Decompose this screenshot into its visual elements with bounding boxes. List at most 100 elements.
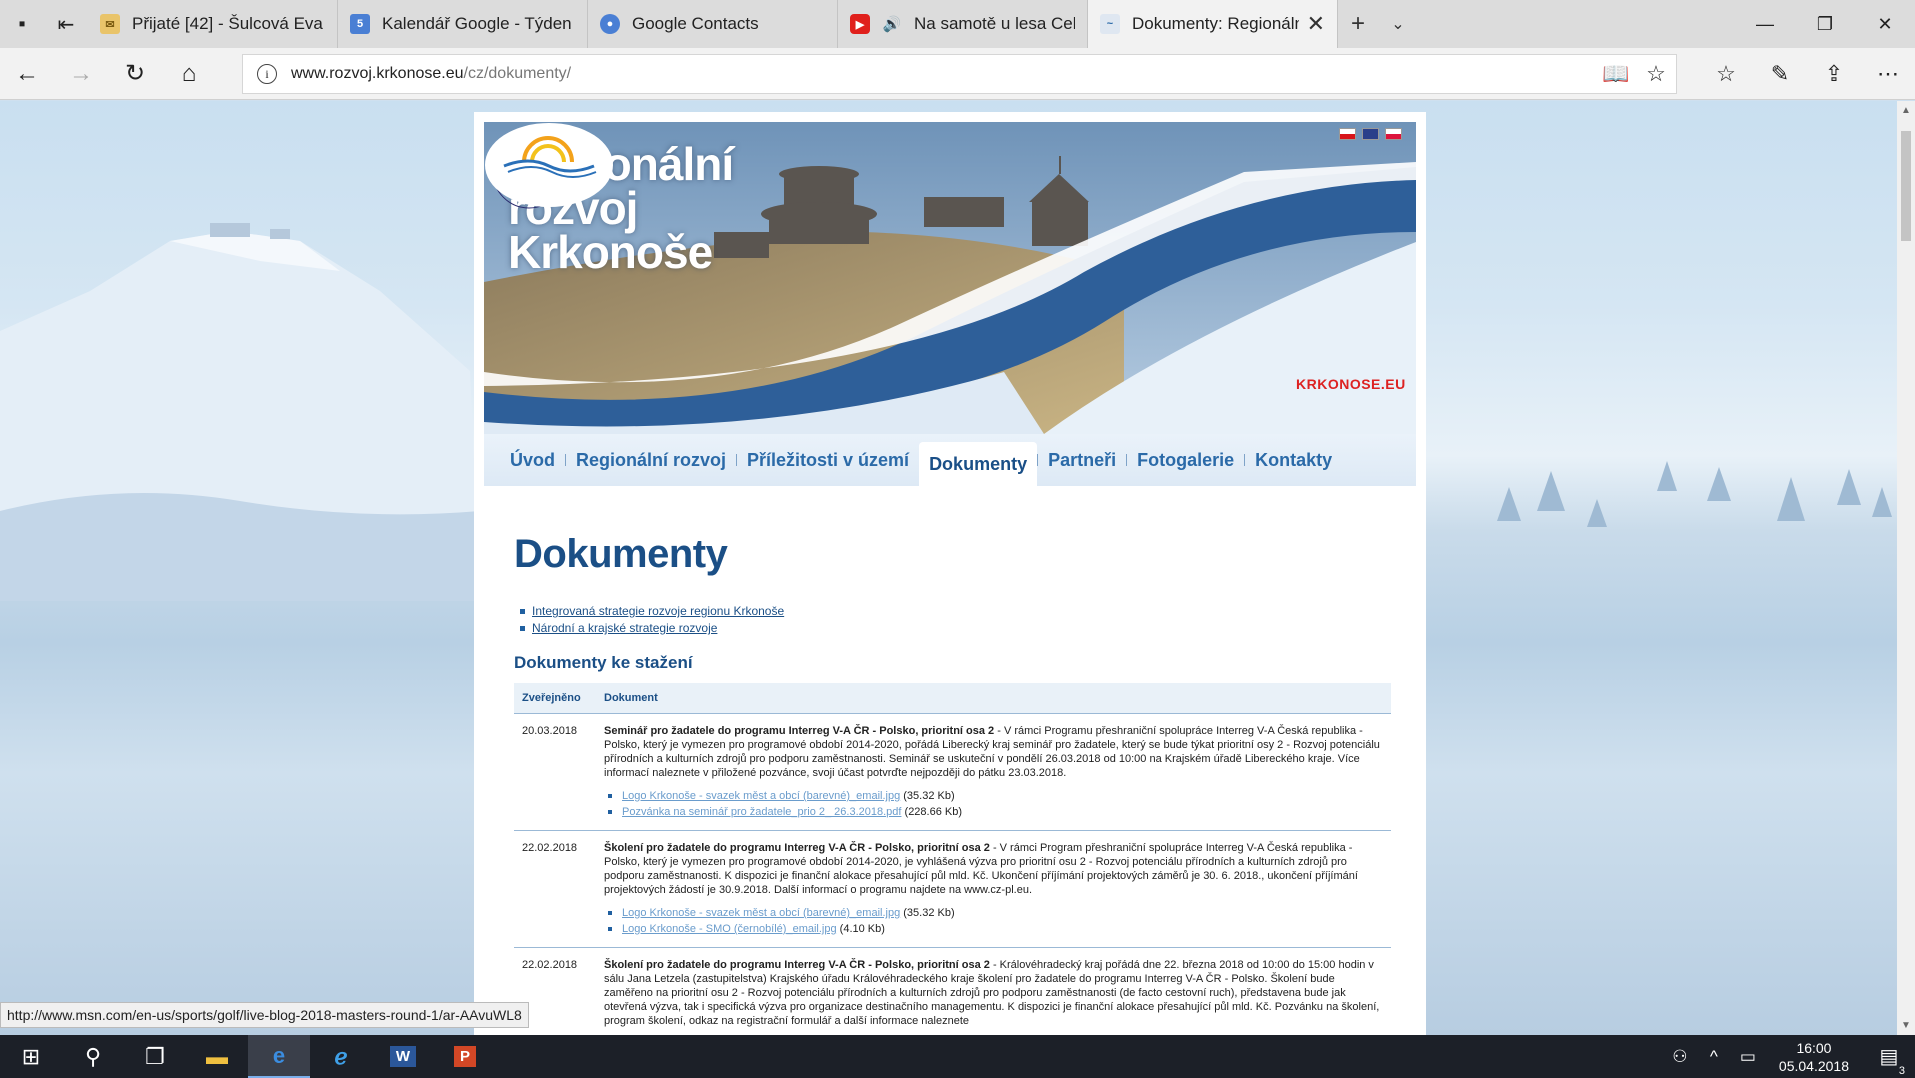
tab-title: Přijaté [42] - Šulcová Eva <s — [132, 14, 325, 33]
krkonose-eu-logo[interactable] — [484, 122, 614, 208]
edge-icon[interactable]: e — [248, 1035, 310, 1078]
doc-date: 20.03.2018 — [514, 713, 596, 831]
tab-youtube[interactable]: ▶ 🔊 Na samotě u lesa Celý f — [838, 0, 1088, 48]
clock[interactable]: 16:00 05.04.2018 — [1765, 1039, 1863, 1075]
forward-icon[interactable]: → — [54, 48, 108, 100]
page-viewport: Regionální rozvoj Krkonoše KRKONOSE.EU Ú… — [0, 101, 1897, 1035]
minimize-icon[interactable]: — — [1735, 0, 1795, 48]
close-tab-icon[interactable]: ✕ — [1307, 11, 1325, 37]
favorite-star-icon[interactable]: ☆ — [1636, 61, 1676, 87]
windows-start-icon[interactable]: ⊞ — [0, 1035, 62, 1078]
national-strategy-link[interactable]: Národní a krajské strategie rozvoje — [532, 621, 717, 635]
refresh-icon[interactable]: ↻ — [108, 48, 162, 100]
file-item: Logo Krkonoše - svazek měst a obcí (bare… — [604, 788, 1383, 804]
doc-title: Školení pro žadatele do programu Interre… — [604, 959, 990, 971]
task-view-icon[interactable]: ❐ — [124, 1035, 186, 1078]
table-row: 22.02.2018 Školení pro žadatele do progr… — [514, 830, 1391, 948]
more-icon[interactable]: ⋯ — [1861, 48, 1915, 100]
internet-explorer-icon[interactable]: ℯ — [310, 1035, 372, 1078]
section-heading: Dokumenty ke stažení — [514, 653, 693, 672]
powerpoint-icon[interactable]: P — [434, 1035, 496, 1078]
search-icon[interactable]: ⚲ — [62, 1035, 124, 1078]
list-item: Integrovaná strategie rozvoje regionu Kr… — [518, 603, 1394, 620]
strategy-link[interactable]: Integrovaná strategie rozvoje regionu Kr… — [532, 604, 784, 618]
network-icon[interactable]: ▭ — [1731, 1047, 1765, 1067]
new-tab-icon[interactable]: + — [1338, 0, 1378, 48]
close-window-icon[interactable]: ✕ — [1855, 0, 1915, 48]
website-page: Regionální rozvoj Krkonoše KRKONOSE.EU Ú… — [474, 112, 1426, 1035]
file-item: Pozvánka na seminář pro žadatele_prio 2_… — [604, 804, 1383, 820]
tab-contacts[interactable]: ● Google Contacts — [588, 0, 838, 48]
tab-calendar[interactable]: 5 Kalendář Google - Týden oc — [338, 0, 588, 48]
youtube-icon: ▶ — [850, 14, 870, 34]
windows-taskbar: ⊞ ⚲ ❐ ▬ e ℯ W P ⚇ ^ ▭ 16:00 05.04.2018 ▤… — [0, 1035, 1915, 1078]
speaker-icon[interactable]: 🔊 — [882, 14, 902, 34]
czech-flag-icon[interactable] — [1339, 128, 1356, 140]
doc-date: 22.02.2018 — [514, 830, 596, 948]
file-list: Logo Krkonoše - svazek měst a obcí (bare… — [604, 905, 1383, 937]
site-banner: Regionální rozvoj Krkonoše KRKONOSE.EU — [484, 122, 1416, 434]
favorites-hub-icon[interactable]: ☆ — [1699, 48, 1753, 100]
word-icon[interactable]: W — [372, 1035, 434, 1078]
menu-item-regionalni-rozvoj[interactable]: Regionální rozvoj — [566, 450, 736, 471]
krkonose-eu-text: KRKONOSE.EU — [1296, 376, 1406, 392]
home-icon[interactable]: ⌂ — [162, 48, 216, 100]
clock-time: 16:00 — [1796, 1039, 1832, 1056]
clock-date: 05.04.2018 — [1778, 1057, 1849, 1074]
table-row: 22.02.2018 Školení pro žadatele do progr… — [514, 947, 1391, 1035]
doc-title: Školení pro žadatele do programu Interre… — [604, 842, 990, 854]
url-path: /cz/dokumenty/ — [463, 65, 572, 82]
menu-item-dokumenty[interactable]: Dokumenty — [919, 442, 1038, 486]
scroll-up-icon[interactable]: ▲ — [1897, 105, 1915, 116]
pen-icon[interactable]: ✎ — [1753, 48, 1807, 100]
doc-cell: Školení pro žadatele do programu Interre… — [596, 947, 1391, 1035]
menu-item-kontakty[interactable]: Kontakty — [1245, 450, 1342, 471]
tab-title: Dokumenty: Regionální — [1132, 14, 1299, 33]
share-icon[interactable]: ⇪ — [1807, 48, 1861, 100]
file-link[interactable]: Logo Krkonoše - svazek měst a obcí (bare… — [622, 907, 900, 919]
polish-flag-icon[interactable] — [1385, 128, 1402, 140]
banner-title-line: Krkonoše — [508, 226, 713, 278]
tab-actions-icon[interactable]: ▪ — [0, 0, 44, 48]
english-flag-icon[interactable] — [1362, 128, 1379, 140]
tab-dokumenty[interactable]: ~ Dokumenty: Regionální ✕ — [1088, 0, 1338, 48]
menu-item-partneri[interactable]: Partneři — [1038, 450, 1126, 471]
chevron-up-icon[interactable]: ^ — [1697, 1047, 1731, 1067]
tab-mail[interactable]: ✉ Přijaté [42] - Šulcová Eva <s — [88, 0, 338, 48]
file-link[interactable]: Logo Krkonoše - SMO (černobílé)_email.jp… — [622, 923, 837, 935]
page-icon: ~ — [1100, 14, 1120, 34]
doc-cell: Školení pro žadatele do programu Interre… — [596, 830, 1391, 948]
tab-title: Google Contacts — [632, 14, 759, 33]
reading-view-icon[interactable]: 📖 — [1596, 61, 1636, 87]
trees-background — [1497, 461, 1892, 527]
page-title: Dokumenty — [514, 532, 728, 576]
site-info-icon[interactable]: i — [257, 64, 277, 84]
url-host: www.rozvoj.krkonose.eu — [291, 65, 464, 82]
scrollbar-thumb[interactable] — [1901, 131, 1911, 241]
menu-item-fotogalerie[interactable]: Fotogalerie — [1127, 450, 1244, 471]
vertical-scrollbar[interactable]: ▲ ▼ — [1897, 101, 1915, 1035]
file-link[interactable]: Pozvánka na seminář pro žadatele_prio 2_… — [622, 806, 901, 818]
scroll-down-icon[interactable]: ▼ — [1897, 1020, 1915, 1031]
people-icon[interactable]: ⚇ — [1663, 1047, 1697, 1067]
calendar-icon: 5 — [350, 14, 370, 34]
doc-title: Seminář pro žadatele do programu Interre… — [604, 725, 995, 737]
file-link[interactable]: Logo Krkonoše - svazek měst a obcí (bare… — [622, 790, 900, 802]
set-aside-tabs-icon[interactable]: ⇤ — [44, 0, 88, 48]
navigation-bar: ← → ↻ ⌂ i www.rozvoj.krkonose.eu/cz/doku… — [0, 48, 1915, 100]
address-bar[interactable]: i www.rozvoj.krkonose.eu/cz/dokumenty/ 📖… — [242, 54, 1677, 94]
action-center-icon[interactable]: ▤ 3 — [1863, 1044, 1915, 1077]
list-item: Národní a krajské strategie rozvoje — [518, 620, 1394, 637]
notification-count: 3 — [1898, 1065, 1905, 1077]
language-switcher — [1339, 128, 1402, 140]
file-size: (228.66 Kb) — [904, 806, 963, 818]
table-header-row: Zveřejněno Dokument — [514, 683, 1391, 714]
page-content: Dokumenty Integrovaná strategie rozvoje … — [514, 532, 1394, 1035]
menu-item-uvod[interactable]: Úvod — [500, 450, 565, 471]
chevron-down-icon[interactable]: ⌄ — [1378, 0, 1418, 48]
restore-icon[interactable]: ❐ — [1795, 0, 1855, 48]
back-icon[interactable]: ← — [0, 48, 54, 100]
file-explorer-icon[interactable]: ▬ — [186, 1035, 248, 1078]
menu-item-prilezitosti[interactable]: Příležitosti v území — [737, 450, 919, 471]
system-tray: ⚇ ^ ▭ 16:00 05.04.2018 ▤ 3 — [1663, 1035, 1915, 1078]
